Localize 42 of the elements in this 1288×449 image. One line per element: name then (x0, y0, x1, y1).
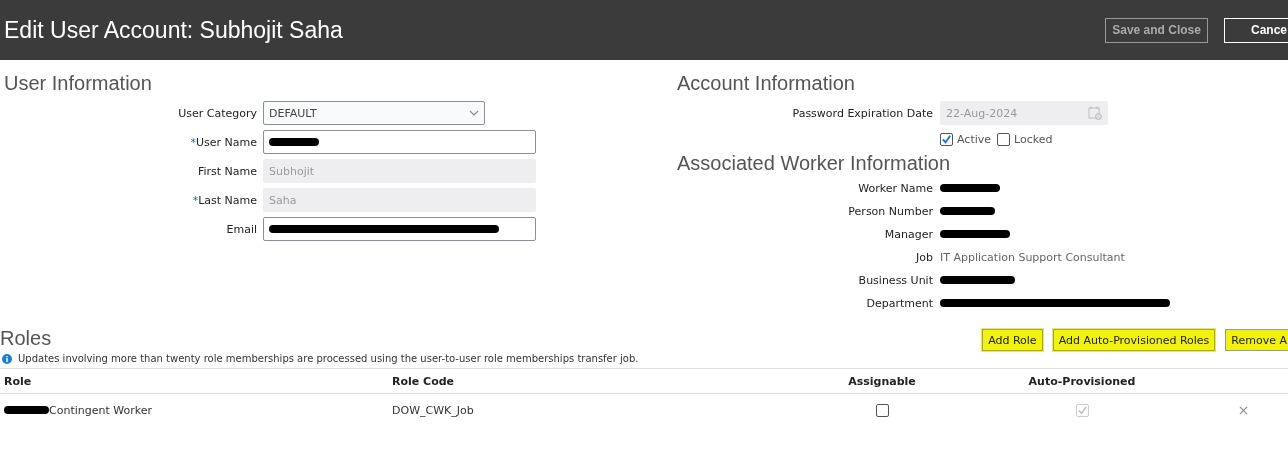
info-icon (2, 353, 12, 364)
column-header: Auto-Provisioned (1027, 374, 1137, 388)
table-cell: Contingent Worker (49, 403, 152, 417)
close-icon[interactable] (1239, 405, 1248, 415)
field-label: Last Name (198, 193, 257, 207)
cancel-button[interactable]: Cance (1223, 17, 1288, 43)
field-label: Email (225, 222, 257, 236)
info-text: Updates involving more than twenty role memberships are processed using the user-to-user role memberships transfer job. (18, 353, 639, 364)
section-heading: Roles (0, 327, 52, 351)
select-field[interactable]: DEFAULT (263, 101, 485, 125)
required-mark: * (192, 193, 199, 207)
checkbox-label: Active (957, 133, 992, 146)
field-label: Job (914, 250, 933, 264)
field-label: Person Number (847, 204, 933, 218)
checkbox[interactable] (940, 133, 953, 146)
input-field[interactable] (263, 130, 536, 154)
toolbar-button[interactable]: Add Auto-Provisioned Roles (1052, 329, 1216, 351)
page-title: Edit User Account: Subhojit Saha (4, 16, 343, 44)
chevron-down-icon (469, 110, 479, 116)
field-label: Password Expiration Date (791, 106, 933, 120)
required-mark: * (190, 135, 196, 149)
toolbar-button[interactable]: Add Role (982, 329, 1043, 351)
checkbox[interactable] (997, 133, 1011, 146)
field-label: Business Unit (857, 273, 933, 287)
column-header: Role Code (392, 374, 456, 388)
section-heading: Associated Worker Information (677, 152, 952, 176)
column-header: Assignable (847, 374, 917, 388)
field-label: Manager (883, 227, 933, 241)
toolbar-button[interactable]: Remove A (1225, 329, 1288, 351)
table-cell-text: DOW_CWK_Job (392, 403, 475, 417)
field-label: User Name (195, 135, 257, 149)
column-header: Role (3, 374, 33, 388)
field-label: Worker Name (857, 181, 933, 195)
field-value: IT Application Support Consultant (940, 249, 1126, 265)
input-field[interactable] (263, 217, 536, 241)
field-label: First Name (196, 164, 257, 178)
checkbox[interactable] (875, 403, 889, 417)
field-label: User Category (177, 106, 257, 120)
section-heading: Account Information (677, 72, 856, 96)
checkbox-label: Locked (1014, 133, 1053, 146)
field-label: Department (865, 296, 933, 310)
section-heading: User Information (4, 72, 153, 96)
